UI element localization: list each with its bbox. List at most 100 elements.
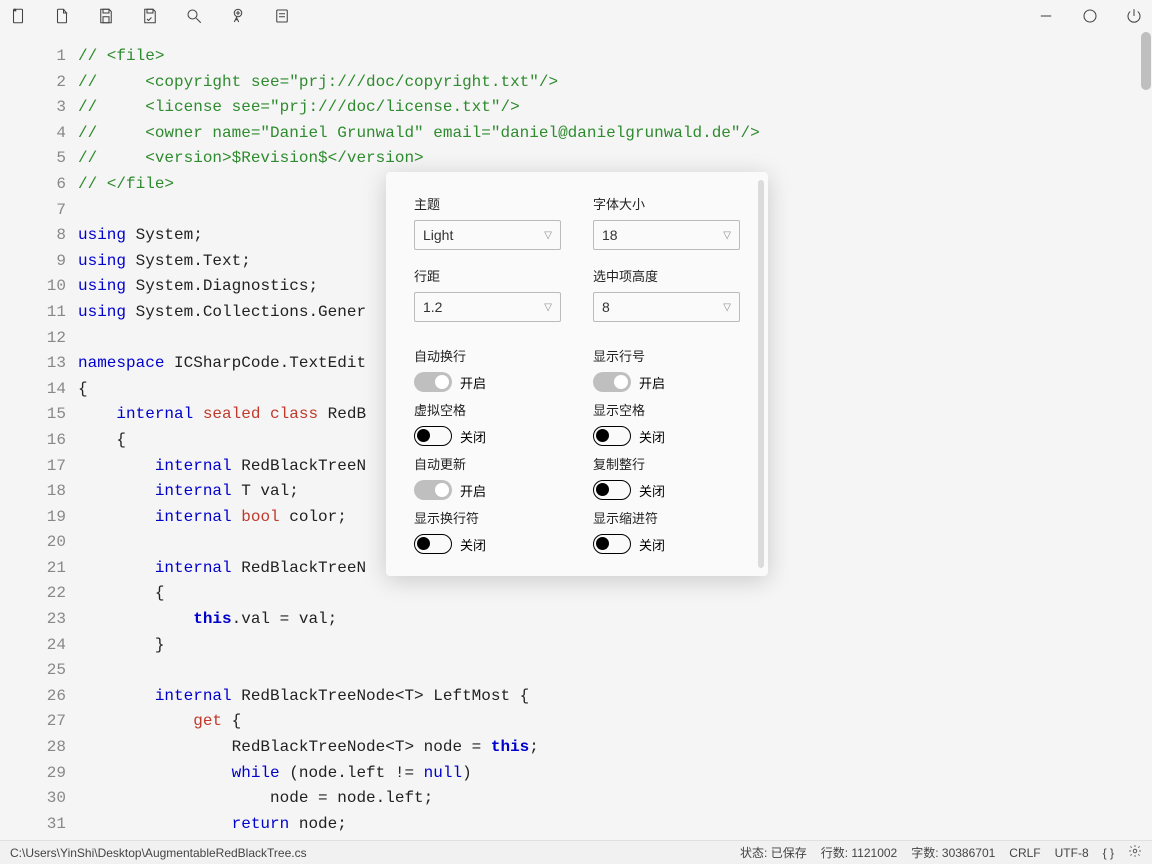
- line-number: 28: [0, 735, 66, 761]
- fontsize-label: 字体大小: [593, 194, 740, 213]
- fontsize-value: 18: [602, 227, 618, 243]
- status-eol[interactable]: CRLF: [1009, 846, 1040, 860]
- toggle-switch[interactable]: [414, 534, 452, 554]
- line-number: 25: [0, 658, 66, 684]
- lineheight-label: 行距: [414, 266, 561, 285]
- code-line[interactable]: this.val = val;: [78, 607, 1152, 633]
- toggle-status: 关闭: [460, 535, 486, 554]
- line-number: 27: [0, 709, 66, 735]
- toggle-switch[interactable]: [593, 372, 631, 392]
- toggle-label: 虚拟空格: [414, 400, 561, 419]
- line-number: 5: [0, 146, 66, 172]
- line-number: 13: [0, 351, 66, 377]
- toggle-label: 自动更新: [414, 454, 561, 473]
- power-icon[interactable]: [1124, 6, 1144, 26]
- line-number: 24: [0, 633, 66, 659]
- code-line[interactable]: while (node.left != null): [78, 761, 1152, 787]
- code-line[interactable]: {: [78, 581, 1152, 607]
- code-line[interactable]: // <copyright see="prj:///doc/copyright.…: [78, 70, 1152, 96]
- save-all-icon[interactable]: [140, 6, 160, 26]
- search-icon[interactable]: [184, 6, 204, 26]
- line-number: 15: [0, 402, 66, 428]
- code-line[interactable]: RedBlackTreeNode<T> node = this;: [78, 735, 1152, 761]
- toggle-label: 复制整行: [593, 454, 740, 473]
- toggle-status: 关闭: [639, 427, 665, 446]
- line-number: 22: [0, 581, 66, 607]
- line-number: 12: [0, 326, 66, 352]
- code-line[interactable]: // <file>: [78, 44, 1152, 70]
- new-file-icon[interactable]: [8, 6, 28, 26]
- toggle-status: 关闭: [460, 427, 486, 446]
- code-line[interactable]: [78, 658, 1152, 684]
- chevron-down-icon: ▽: [723, 302, 731, 313]
- line-number: 2: [0, 70, 66, 96]
- line-number: 4: [0, 121, 66, 147]
- theme-value: Light: [423, 227, 453, 243]
- lineheight-select[interactable]: 1.2 ▽: [414, 292, 561, 322]
- gear-icon[interactable]: [1128, 844, 1142, 861]
- toggle-status: 开启: [460, 481, 486, 500]
- line-number: 1: [0, 44, 66, 70]
- code-line[interactable]: // <license see="prj:///doc/license.txt"…: [78, 95, 1152, 121]
- line-number-gutter: 1234567891011121314151617181920212223242…: [0, 32, 78, 840]
- line-number: 23: [0, 607, 66, 633]
- line-number: 3: [0, 95, 66, 121]
- status-encoding[interactable]: UTF-8: [1055, 846, 1089, 860]
- code-line[interactable]: // <owner name="Daniel Grunwald" email="…: [78, 121, 1152, 147]
- theme-label: 主题: [414, 194, 561, 213]
- chevron-down-icon: ▽: [723, 230, 731, 241]
- toolbar: [0, 0, 1152, 32]
- file-path: C:\Users\YinShi\Desktop\AugmentableRedBl…: [10, 846, 307, 860]
- toggle-switch[interactable]: [414, 426, 452, 446]
- toggle-switch[interactable]: [593, 480, 631, 500]
- chevron-down-icon: ▽: [544, 230, 552, 241]
- status-state: 状态: 已保存: [740, 844, 807, 861]
- line-number: 20: [0, 530, 66, 556]
- line-number: 21: [0, 556, 66, 582]
- code-line[interactable]: return node;: [78, 812, 1152, 838]
- toggle-switch[interactable]: [593, 426, 631, 446]
- code-line[interactable]: }: [78, 633, 1152, 659]
- reader-icon[interactable]: [272, 6, 292, 26]
- status-lines: 行数: 1121002: [821, 844, 898, 861]
- save-file-icon[interactable]: [96, 6, 116, 26]
- toggle-label: 显示行号: [593, 346, 740, 365]
- scrollbar-thumb[interactable]: [1141, 32, 1151, 90]
- settings-popup: 主题 Light ▽ 字体大小 18 ▽ 行距 1.2 ▽: [386, 172, 768, 576]
- selheight-value: 8: [602, 299, 610, 315]
- toggle-label: 显示换行符: [414, 508, 561, 527]
- line-number: 6: [0, 172, 66, 198]
- toggle-label: 自动换行: [414, 346, 561, 365]
- line-number: 9: [0, 249, 66, 275]
- line-number: 11: [0, 300, 66, 326]
- toggle-switch[interactable]: [414, 480, 452, 500]
- line-number: 30: [0, 786, 66, 812]
- toggle-switch[interactable]: [593, 534, 631, 554]
- line-number: 31: [0, 812, 66, 838]
- popup-scrollbar[interactable]: [758, 180, 764, 568]
- line-number: 7: [0, 198, 66, 224]
- code-line[interactable]: // <version>$Revision$</version>: [78, 146, 1152, 172]
- translate-icon[interactable]: [228, 6, 248, 26]
- line-number: 17: [0, 454, 66, 480]
- code-line[interactable]: get {: [78, 709, 1152, 735]
- line-number: 14: [0, 377, 66, 403]
- toggle-switch[interactable]: [414, 372, 452, 392]
- code-line[interactable]: internal RedBlackTreeNode<T> LeftMost {: [78, 684, 1152, 710]
- minimize-icon[interactable]: [1036, 6, 1056, 26]
- theme-select[interactable]: Light ▽: [414, 220, 561, 250]
- code-line[interactable]: node = node.left;: [78, 786, 1152, 812]
- fontsize-select[interactable]: 18 ▽: [593, 220, 740, 250]
- line-number: 16: [0, 428, 66, 454]
- line-number: 8: [0, 223, 66, 249]
- line-number: 10: [0, 274, 66, 300]
- restore-icon[interactable]: [1080, 6, 1100, 26]
- status-chars: 字数: 30386701: [911, 844, 995, 861]
- line-number: 18: [0, 479, 66, 505]
- line-number: 19: [0, 505, 66, 531]
- selheight-select[interactable]: 8 ▽: [593, 292, 740, 322]
- open-file-icon[interactable]: [52, 6, 72, 26]
- vertical-scrollbar[interactable]: [1140, 32, 1152, 840]
- selheight-label: 选中项高度: [593, 266, 740, 285]
- toggle-status: 关闭: [639, 481, 665, 500]
